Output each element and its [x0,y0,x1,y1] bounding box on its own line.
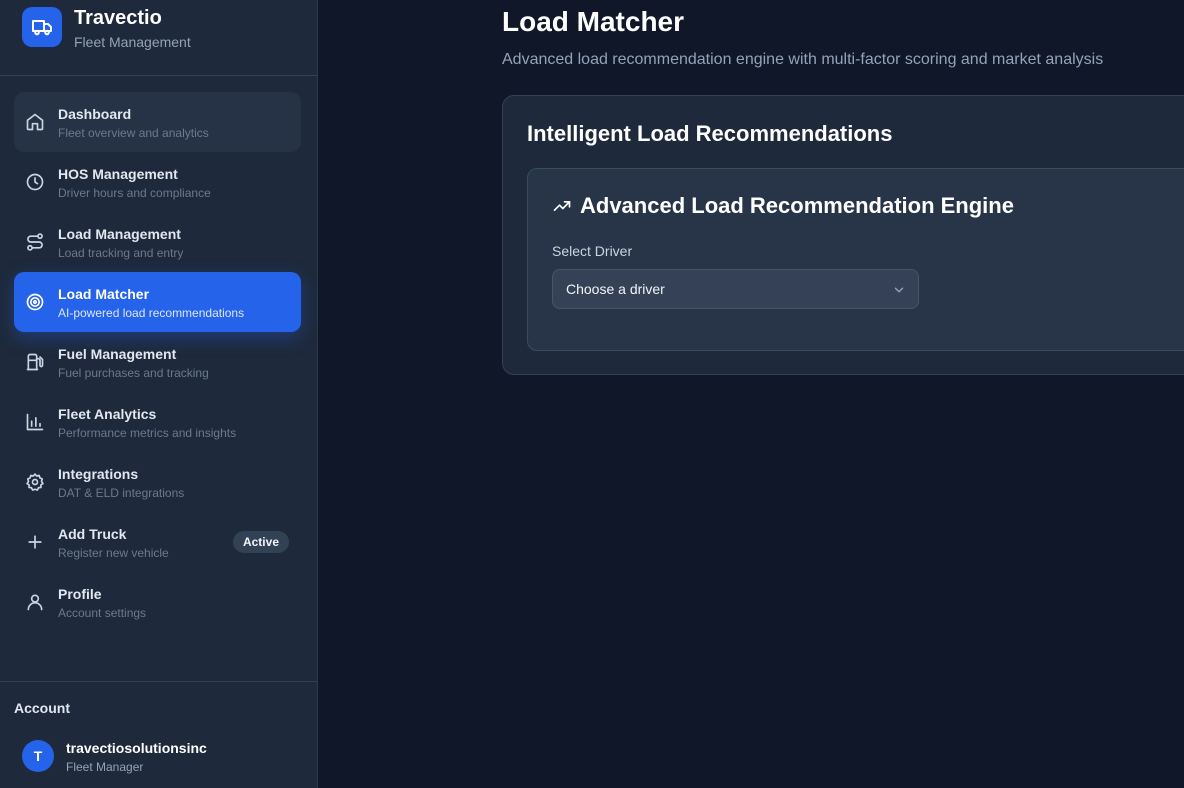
plus-icon [25,532,45,552]
sidebar-item-label: Profile [58,586,102,602]
engine-header: Advanced Load Recommendation Engine [552,193,1014,219]
home-icon [25,112,45,132]
sidebar-item-description: Load tracking and entry [58,246,184,260]
account-section-title: Account [14,700,70,716]
sidebar-item-load-matcher[interactable]: Load Matcher AI-powered load recommendat… [14,272,301,332]
fuel-icon [25,352,45,372]
sidebar-item-integrations[interactable]: Integrations DAT & ELD integrations [14,452,301,512]
driver-select[interactable]: Choose a driver [552,269,919,309]
engine-title: Advanced Load Recommendation Engine [580,193,1014,218]
page-title: Load Matcher [502,6,685,37]
account-username: travectiosolutionsinc [66,740,207,756]
gear-icon [25,472,45,492]
divider [0,681,317,682]
card-title: Intelligent Load Recommendations [527,121,893,146]
sidebar-item-label: Fuel Management [58,346,177,362]
truck-icon [22,7,62,47]
sidebar: Travectio Fleet Management Dashboard Fle… [0,0,318,788]
app-root: Travectio Fleet Management Dashboard Fle… [0,0,1184,788]
sidebar-item-label: HOS Management [58,166,178,182]
sidebar-item-description: Register new vehicle [58,546,169,560]
sidebar-item-label: Dashboard [58,106,132,122]
sidebar-item-label: Fleet Analytics [58,406,157,422]
sidebar-item-description: Fuel purchases and tracking [58,366,209,380]
sidebar-item-fuel-management[interactable]: Fuel Management Fuel purchases and track… [14,332,301,392]
select-driver-label: Select Driver [552,243,633,259]
sidebar-item-dashboard[interactable]: Dashboard Fleet overview and analytics [14,92,301,152]
sidebar-item-description: DAT & ELD integrations [58,486,185,500]
brand-header: Travectio Fleet Management [0,0,317,76]
recommendations-card: Intelligent Load Recommendations Advance… [502,95,1184,375]
sidebar-item-add-truck[interactable]: Add Truck Register new vehicle Active [14,512,301,572]
sidebar-item-description: Performance metrics and insights [58,426,237,440]
driver-select-value: Choose a driver [566,281,665,297]
page-subtitle: Advanced load recommendation engine with… [502,51,1104,68]
sidebar-item-fleet-analytics[interactable]: Fleet Analytics Performance metrics and … [14,392,301,452]
brand-title: Travectio [74,7,162,29]
clock-icon [25,172,45,192]
sidebar-item-label: Load Management [58,226,181,242]
sidebar-item-description: Account settings [58,606,147,620]
trending-up-icon [552,196,572,216]
sidebar-item-label: Add Truck [58,526,127,542]
chevron-down-icon [892,283,906,297]
target-icon [25,292,45,312]
route-icon [25,232,45,252]
sidebar-item-hos-management[interactable]: HOS Management Driver hours and complian… [14,152,301,212]
avatar[interactable]: T [22,740,54,772]
engine-panel: Advanced Load Recommendation Engine Sele… [527,168,1184,351]
sidebar-item-profile[interactable]: Profile Account settings [14,572,301,632]
bar-chart-icon [25,412,45,432]
sidebar-item-load-management[interactable]: Load Management Load tracking and entry [14,212,301,272]
sidebar-item-description: Fleet overview and analytics [58,126,209,140]
account-role: Fleet Manager [66,760,144,774]
sidebar-item-label: Load Matcher [58,286,150,302]
sidebar-item-label: Integrations [58,466,139,482]
sidebar-item-description: AI-powered load recommendations [58,306,245,320]
status-badge: Active [232,531,289,553]
sidebar-item-description: Driver hours and compliance [58,186,211,200]
user-icon [25,592,45,612]
brand-subtitle: Fleet Management [74,34,191,50]
